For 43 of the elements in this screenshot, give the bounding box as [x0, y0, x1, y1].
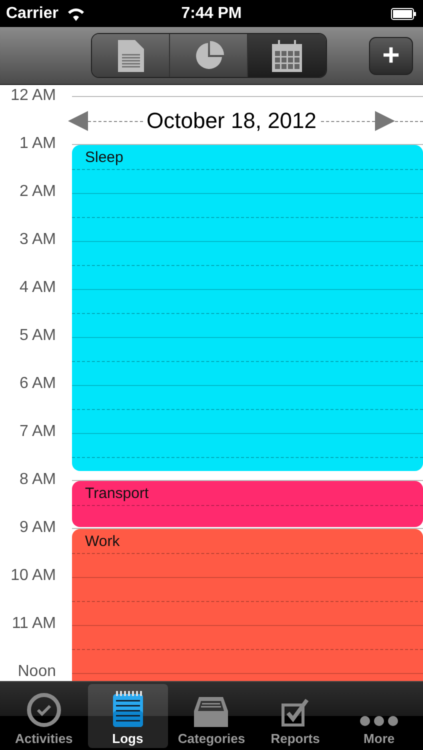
tab-item[interactable]: More	[339, 684, 419, 748]
tab-item[interactable]: Activities	[4, 684, 84, 748]
event-name: Transport	[85, 485, 149, 502]
hour-label: 1 AM	[18, 135, 56, 153]
calendar-icon	[272, 40, 302, 72]
hour-label: Noon	[16, 663, 56, 681]
hour-label: 2 AM	[18, 183, 56, 201]
notepad-icon	[112, 691, 143, 727]
next-day-arrow-icon[interactable]	[375, 111, 396, 131]
hour-label: 11 AM	[10, 615, 56, 633]
event-block[interactable]: Transport	[72, 481, 423, 527]
view-segment[interactable]	[92, 34, 170, 77]
event-name: Sleep	[85, 149, 124, 166]
hour-label: 5 AM	[18, 327, 56, 345]
document-icon	[118, 40, 144, 72]
pie-chart-icon	[194, 40, 224, 70]
more-icon	[359, 715, 400, 727]
hour-label: 8 AM	[18, 471, 56, 489]
event-name: Work	[85, 533, 120, 550]
tab-item[interactable]: Reports	[255, 684, 336, 748]
hour-label: 3 AM	[18, 231, 56, 249]
event-block[interactable]: Work	[72, 529, 423, 681]
view-segment[interactable]	[170, 34, 248, 77]
previous-day-arrow-icon[interactable]	[68, 111, 88, 131]
event-block[interactable]: Sleep	[72, 145, 423, 471]
inbox-tray-icon	[194, 697, 228, 727]
status-time: 7:44 PM	[181, 4, 242, 22]
view-segment[interactable]	[248, 34, 326, 77]
carrier-name: Carrier	[6, 4, 58, 22]
add-button[interactable]: +	[369, 36, 413, 74]
hour-label: 12 AM	[10, 87, 56, 105]
hour-label: 7 AM	[18, 423, 56, 441]
tab-item[interactable]: Logs	[88, 684, 168, 748]
hour-label: 10 AM	[10, 567, 56, 585]
date-title: October 18, 2012	[146, 108, 318, 134]
tab-item[interactable]: Categories	[172, 684, 252, 748]
hour-label: 4 AM	[18, 279, 56, 297]
wifi-icon	[66, 6, 86, 20]
checkbox-icon	[281, 699, 310, 727]
hour-label: 9 AM	[18, 519, 56, 537]
clock-icon	[26, 693, 61, 727]
battery-icon	[391, 8, 417, 20]
hour-label: 6 AM	[18, 375, 56, 393]
